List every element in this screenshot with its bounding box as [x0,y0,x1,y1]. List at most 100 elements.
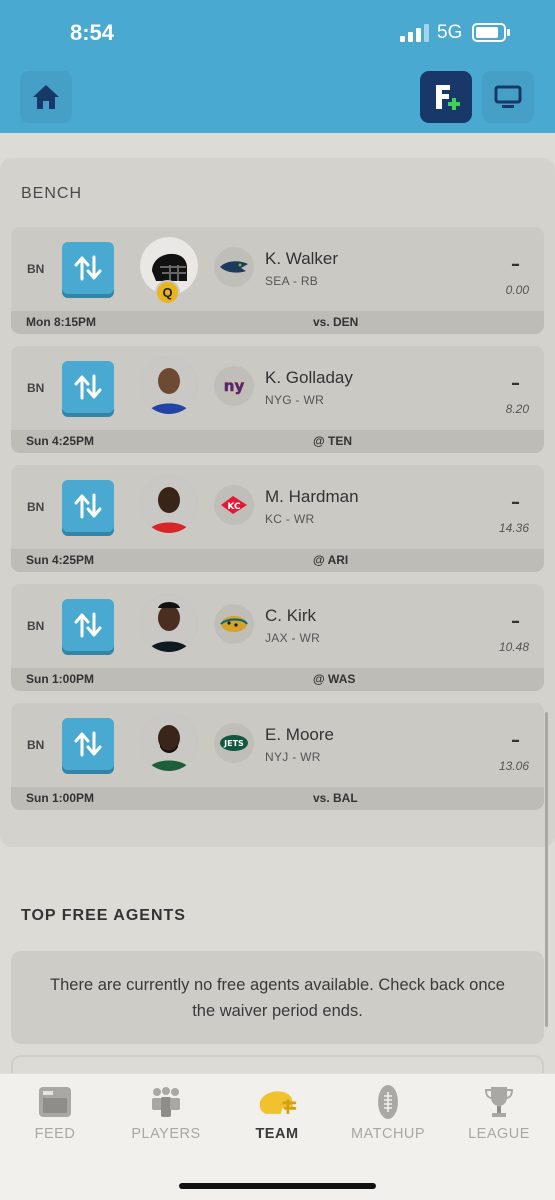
slot-label: BN [27,500,45,514]
game-info: Sun 4:25PM @ TEN [11,430,544,453]
fantasypros-add-icon [436,85,460,110]
tab-matchup[interactable]: MATCHUP [333,1074,443,1164]
app-header: 8:54 5G [0,0,555,133]
free-agents-message: There are currently no free agents avail… [11,951,544,1044]
player-card[interactable]: BN Q K. Walker SEA - RB – 0.00 Mon 8:15P… [11,227,544,334]
opponent: @ WAS [313,672,356,686]
player-position: NYJ - WR [265,750,321,764]
slot-label: BN [27,738,45,752]
player-headshot-icon [140,713,198,771]
swap-arrows-icon [74,255,102,281]
game-info: Sun 1:00PM @ WAS [11,668,544,691]
game-info: Sun 1:00PM vs. BAL [11,787,544,810]
player-points: 0.00 [505,283,529,297]
swap-button[interactable] [62,361,114,413]
tab-league[interactable]: LEAGUE [444,1074,554,1164]
giants-logo: ny [223,377,245,396]
slot-label: BN [27,619,45,633]
swap-arrows-icon [74,612,102,638]
tab-matchup-label: MATCHUP [350,1126,426,1142]
player-card[interactable]: BN JETS E. Moore NYJ - WR – 13.06 Sun 1:… [11,703,544,810]
player-position: JAX - WR [265,631,321,645]
game-time: Sun 1:00PM [26,791,95,805]
battery-icon [472,23,510,42]
svg-text:KC: KC [227,502,241,512]
status-badge: Q [155,280,180,305]
slot-label: BN [27,262,45,276]
player-name[interactable]: E. Moore [265,725,334,745]
player-name[interactable]: C. Kirk [265,606,316,626]
feed-icon [39,1087,71,1117]
opponent: vs. DEN [313,315,359,329]
projection: – [511,611,520,632]
player-card[interactable]: BN KC M. Hardman KC - WR – 14.36 Sun 4:2… [11,465,544,572]
player-card[interactable]: BN C. Kirk JAX - WR – 10.48 Sun 1:00PM @… [11,584,544,691]
game-info: Mon 8:15PM vs. DEN [11,311,544,334]
player-points: 14.36 [498,521,529,535]
chiefs-logo: KC [221,496,247,514]
swap-arrows-icon [74,374,102,400]
player-headshot-icon [140,594,198,652]
slot-label: BN [27,381,45,395]
opponent: vs. BAL [313,791,358,805]
home-icon [33,85,59,109]
player-name[interactable]: K. Walker [265,249,338,269]
player-name[interactable]: M. Hardman [265,487,359,507]
jaguars-logo [220,616,248,632]
tab-players-label: PLAYERS [131,1126,201,1142]
players-icon [152,1087,180,1117]
player-position: SEA - RB [265,274,319,288]
projection: – [511,492,520,513]
jets-logo: JETS [220,735,248,751]
game-time: Sun 4:25PM [26,434,95,448]
scrollbar[interactable] [545,712,548,1027]
svg-text:ny: ny [224,377,245,395]
swap-button[interactable] [62,480,114,532]
opponent: @ ARI [313,553,349,567]
player-name[interactable]: K. Golladay [265,368,353,388]
swap-button[interactable] [62,599,114,651]
team-logo [214,247,254,287]
monitor-button[interactable] [482,71,534,123]
football-icon [378,1085,398,1119]
team-logo [214,604,254,644]
helmet-icon [259,1091,297,1114]
tab-feed[interactable]: FEED [0,1074,110,1164]
game-time: Sun 4:25PM [26,553,95,567]
svg-text:JETS: JETS [223,739,244,748]
free-agents-title: TOP FREE AGENTS [21,907,186,924]
home-button[interactable] [20,71,72,123]
game-time: Sun 1:00PM [26,672,95,686]
player-photo [140,594,198,652]
tab-players[interactable]: PLAYERS [111,1074,221,1164]
game-time: Mon 8:15PM [26,315,97,329]
bench-title: BENCH [21,185,83,202]
network-type: 5G [437,22,463,43]
signal-icon [400,24,429,42]
team-logo: KC [214,485,254,525]
trophy-icon [484,1087,514,1117]
swap-button[interactable] [62,242,114,294]
player-headshot-icon [140,356,198,414]
tab-team[interactable]: TEAM [222,1074,332,1164]
swap-button[interactable] [62,718,114,770]
team-logo: ny [214,366,254,406]
monitor-icon [494,85,522,108]
player-headshot-icon [140,475,198,533]
projection: – [511,730,520,751]
team-logo: JETS [214,723,254,763]
game-info: Sun 4:25PM @ ARI [11,549,544,572]
swap-arrows-icon [74,731,102,757]
player-photo [140,475,198,533]
player-points: 13.06 [498,759,529,773]
fantasypros-button[interactable] [420,71,472,123]
player-points: 10.48 [498,640,529,654]
player-photo [140,713,198,771]
player-position: NYG - WR [265,393,325,407]
player-points: 8.20 [505,402,529,416]
tab-feed-label: FEED [34,1126,76,1142]
projection: – [511,254,520,275]
seahawks-logo [220,261,248,273]
bottom-tab-bar: FEED PLAYERS TEAM MATCHUP LEAGUE [0,1073,555,1200]
player-card[interactable]: BN ny K. Golladay NYG - WR – 8.20 Sun 4:… [11,346,544,453]
